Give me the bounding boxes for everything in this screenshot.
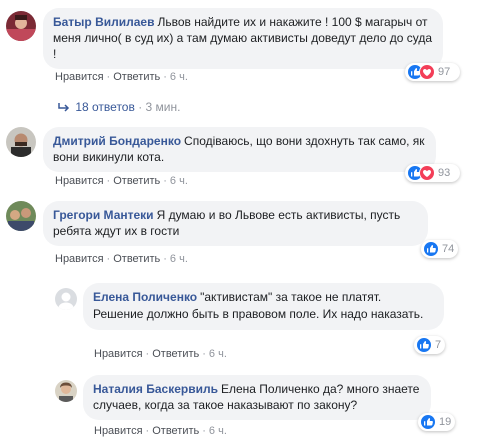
reply-actions: Нравится · Ответить · 6 ч. — [94, 425, 227, 437]
replies-count[interactable]: 18 ответов — [75, 100, 135, 114]
like-link[interactable]: Нравится — [94, 425, 143, 437]
reaction-summary[interactable]: 74 — [421, 240, 458, 258]
like-reaction-icon — [416, 337, 432, 353]
avatar[interactable] — [55, 380, 77, 402]
separator-dot: · — [145, 348, 150, 360]
avatar[interactable] — [6, 11, 36, 41]
reply-link[interactable]: Ответить — [113, 253, 160, 265]
comment-actions: Нравится · Ответить · 6 ч. — [55, 253, 188, 265]
replies-time: 3 мин. — [145, 100, 181, 114]
separator-dot: · — [145, 425, 150, 437]
separator-dot: · — [163, 253, 167, 265]
reply-actions: Нравится · Ответить · 6 ч. — [94, 348, 227, 360]
separator-dot: · — [106, 71, 111, 83]
reply-bubble: Елена Поличенко "активистам" за такое не … — [83, 283, 444, 330]
reply-time[interactable]: 6 ч. — [209, 425, 227, 437]
separator-dot: · — [106, 253, 111, 265]
reply-bubble: Наталия Баскервиль Елена Поличенко да? мн… — [83, 375, 431, 420]
reaction-summary[interactable]: 97 — [405, 63, 460, 81]
comment-actions: Нравится · Ответить · 6 ч. — [55, 175, 188, 187]
reply-arrow-icon — [58, 101, 72, 115]
reaction-count: 74 — [442, 243, 455, 255]
view-replies-link[interactable]: 18 ответов · 3 мин. — [58, 100, 180, 115]
love-reaction-icon — [419, 165, 435, 181]
reaction-count: 7 — [435, 339, 442, 351]
comment-time[interactable]: 6 ч. — [170, 253, 188, 265]
comment-time[interactable]: 6 ч. — [170, 71, 188, 83]
like-link[interactable]: Нравится — [55, 253, 104, 265]
reply-time[interactable]: 6 ч. — [209, 348, 227, 360]
like-reaction-icon — [420, 414, 436, 430]
separator-dot: · — [163, 71, 167, 83]
reply-link[interactable]: Ответить — [113, 71, 160, 83]
separator-dot: · — [202, 348, 206, 360]
like-link[interactable]: Нравится — [94, 348, 143, 360]
avatar[interactable] — [6, 127, 36, 157]
separator-dot: · — [163, 175, 167, 187]
comment-actions: Нравится · Ответить · 6 ч. — [55, 71, 188, 83]
avatar[interactable] — [6, 201, 36, 231]
reply-author-link[interactable]: Наталия Баскервиль — [93, 382, 218, 396]
reaction-summary[interactable]: 93 — [405, 164, 460, 182]
reply-author-link[interactable]: Елена Поличенко — [93, 290, 197, 304]
reaction-count: 97 — [438, 66, 451, 78]
comment-author-link[interactable]: Батыр Вилилаев — [53, 15, 154, 29]
like-link[interactable]: Нравится — [55, 175, 104, 187]
comment-time[interactable]: 6 ч. — [170, 175, 188, 187]
reaction-summary[interactable]: 19 — [418, 413, 455, 431]
reply-link[interactable]: Ответить — [113, 175, 160, 187]
separator-dot: · — [138, 100, 143, 114]
separator-dot: · — [106, 175, 111, 187]
reaction-summary[interactable]: 7 — [414, 336, 445, 354]
reply-link[interactable]: Ответить — [152, 425, 199, 437]
comment-bubble: Дмитрий Бондаренко Сподіваюсь, що вони зд… — [43, 127, 436, 172]
comment-author-link[interactable]: Грегори Мантеки — [53, 208, 154, 222]
like-reaction-icon — [423, 241, 439, 257]
comment-bubble: Грегори Мантеки Я думаю и во Львове есть … — [43, 201, 428, 246]
reaction-count: 19 — [439, 416, 452, 428]
separator-dot: · — [202, 425, 206, 437]
avatar[interactable] — [55, 288, 77, 310]
like-link[interactable]: Нравится — [55, 71, 104, 83]
reply-link[interactable]: Ответить — [152, 348, 199, 360]
comment-bubble: Батыр Вилилаев Львов найдите их и накажит… — [43, 8, 443, 69]
comment-author-link[interactable]: Дмитрий Бондаренко — [53, 134, 181, 148]
reaction-count: 93 — [438, 167, 451, 179]
love-reaction-icon — [419, 64, 435, 80]
